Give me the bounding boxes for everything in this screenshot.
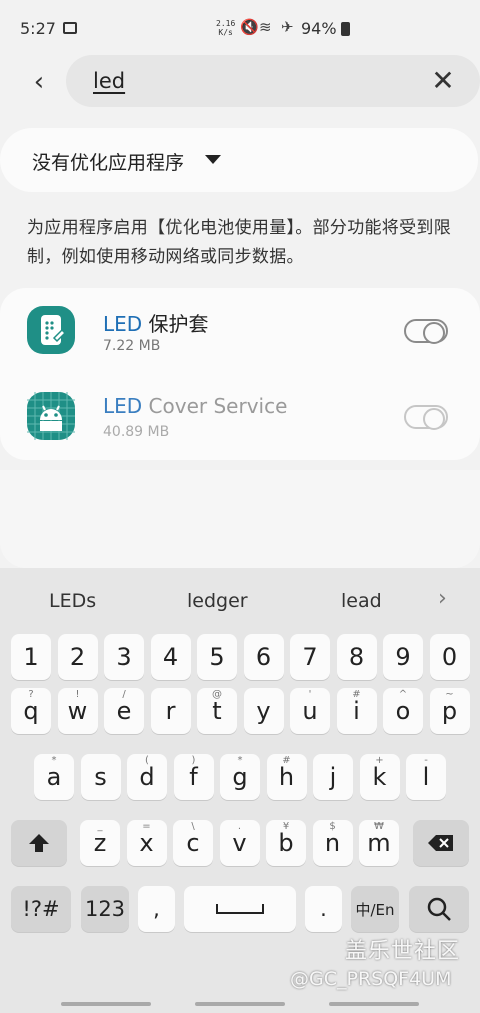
letter-key-g[interactable]: * g: [220, 754, 260, 800]
number-key-2[interactable]: 2: [57, 634, 98, 680]
backspace-icon: [413, 820, 469, 866]
battery-percent: 94%: [301, 19, 337, 38]
number-key-7[interactable]: 7: [290, 634, 330, 680]
letter-key-f[interactable]: ) f: [173, 754, 214, 800]
watermark-brand: 盖乐世社区: [345, 939, 461, 964]
letter-key-r[interactable]: r: [150, 688, 191, 734]
nav-bar-recents[interactable]: [61, 1002, 151, 1006]
suggestion[interactable]: LEDs: [49, 590, 96, 612]
chevron-right-icon[interactable]: ›: [438, 586, 447, 611]
number-key-6[interactable]: 6: [243, 634, 284, 680]
letter-key-n[interactable]: $ n: [312, 820, 353, 866]
app-row-led-cover-service[interactable]: LED Cover Service 40.89 MB: [0, 374, 480, 460]
app-name: LED Cover Service: [103, 394, 288, 418]
number-key-3[interactable]: 3: [104, 634, 144, 680]
app-size: 7.22 MB: [103, 338, 161, 354]
letter-key-a[interactable]: * a: [34, 754, 74, 800]
filter-dropdown[interactable]: 没有优化应用程序: [0, 128, 478, 192]
letter-key-m[interactable]: ₩ m: [359, 820, 399, 866]
letter-key-k[interactable]: + k: [359, 754, 400, 800]
optimize-toggle[interactable]: [404, 405, 448, 430]
watermark-user: @GC_PRSQF4UM: [290, 968, 452, 990]
airplane-icon: ✈: [281, 18, 294, 36]
letter-key-i[interactable]: # i: [336, 688, 377, 734]
letter-key-h[interactable]: # h: [266, 754, 307, 800]
nav-bar-back[interactable]: [329, 1002, 419, 1006]
letter-key-b[interactable]: ¥ b: [266, 820, 306, 866]
letter-key-p[interactable]: ~ p: [429, 688, 470, 734]
comma-key[interactable]: ,: [138, 886, 175, 932]
letter-key-j[interactable]: j: [313, 754, 353, 800]
backspace-key[interactable]: [413, 820, 469, 866]
letter-key-z[interactable]: _ z: [80, 820, 120, 866]
dropdown-caret-icon: [205, 155, 221, 164]
status-time: 5:27: [20, 19, 56, 38]
number-key-9[interactable]: 9: [383, 634, 423, 680]
net-speed: 2.16 K/s: [216, 19, 236, 37]
letter-key-l[interactable]: -l: [406, 754, 446, 800]
search-field[interactable]: led ✕: [66, 55, 480, 107]
app-list: LED 保护套 7.22 MB LED Cover Service 40.89 …: [0, 288, 480, 460]
optimize-toggle[interactable]: [404, 319, 448, 344]
suggestion[interactable]: lead: [341, 590, 382, 612]
letter-key-o[interactable]: ^ o: [383, 688, 423, 734]
letter-key-w[interactable]: ! w: [57, 688, 98, 734]
number-key-0[interactable]: 0: [429, 634, 470, 680]
app-icon-led-case: [27, 306, 75, 354]
number-key-1[interactable]: 1: [11, 634, 51, 680]
back-icon: ‹: [33, 67, 45, 97]
letter-key-s[interactable]: s: [80, 754, 121, 800]
app-row-led-case[interactable]: LED 保护套 7.22 MB: [0, 288, 480, 374]
numeric-key[interactable]: 123: [81, 886, 129, 932]
back-button[interactable]: ‹: [22, 62, 56, 102]
symbols-key[interactable]: !?#: [11, 886, 71, 932]
app-size: 40.89 MB: [103, 424, 170, 440]
filter-label: 没有优化应用程序: [32, 152, 185, 174]
letter-key-q[interactable]: ? q: [11, 688, 51, 734]
space-bar-icon: [184, 886, 296, 932]
battery-icon: [341, 22, 350, 36]
letter-key-c[interactable]: \ c: [173, 820, 213, 866]
number-key-8[interactable]: 8: [336, 634, 377, 680]
android-icon: [27, 392, 75, 440]
gallery-icon: [63, 22, 77, 34]
search-input[interactable]: led: [93, 69, 125, 93]
search-icon: [409, 886, 469, 932]
shift-key[interactable]: [11, 820, 67, 866]
letter-key-e[interactable]: / e: [104, 688, 144, 734]
search-key[interactable]: [409, 886, 469, 932]
clear-icon[interactable]: ✕: [426, 64, 460, 98]
letter-key-v[interactable]: .v: [219, 820, 260, 866]
suggestion[interactable]: ledger: [187, 590, 248, 612]
description-text: 为应用程序启用【优化电池使用量】。部分功能将受到限制，例如使用移动网络或同步数据…: [27, 218, 451, 267]
status-bar: 5:27 2.16 K/s 🔇 ≋ ✈ 94%: [0, 0, 480, 60]
shift-icon: [11, 820, 67, 866]
letter-key-u[interactable]: ' u: [290, 688, 330, 734]
language-key[interactable]: 中/En: [351, 886, 399, 932]
wifi-icon: ≋: [259, 18, 272, 36]
letter-key-x[interactable]: = x: [126, 820, 167, 866]
nav-bar-home[interactable]: [195, 1002, 285, 1006]
empty-panel: [0, 470, 480, 568]
letter-key-y[interactable]: y: [243, 688, 284, 734]
number-key-5[interactable]: 5: [197, 634, 237, 680]
letter-key-d[interactable]: (d: [127, 754, 167, 800]
number-key-4[interactable]: 4: [150, 634, 191, 680]
letter-key-t[interactable]: @ t: [197, 688, 237, 734]
space-key[interactable]: [184, 886, 296, 932]
period-key[interactable]: .: [305, 886, 342, 932]
app-name: LED 保护套: [103, 312, 209, 336]
mute-icon: 🔇: [240, 18, 259, 36]
